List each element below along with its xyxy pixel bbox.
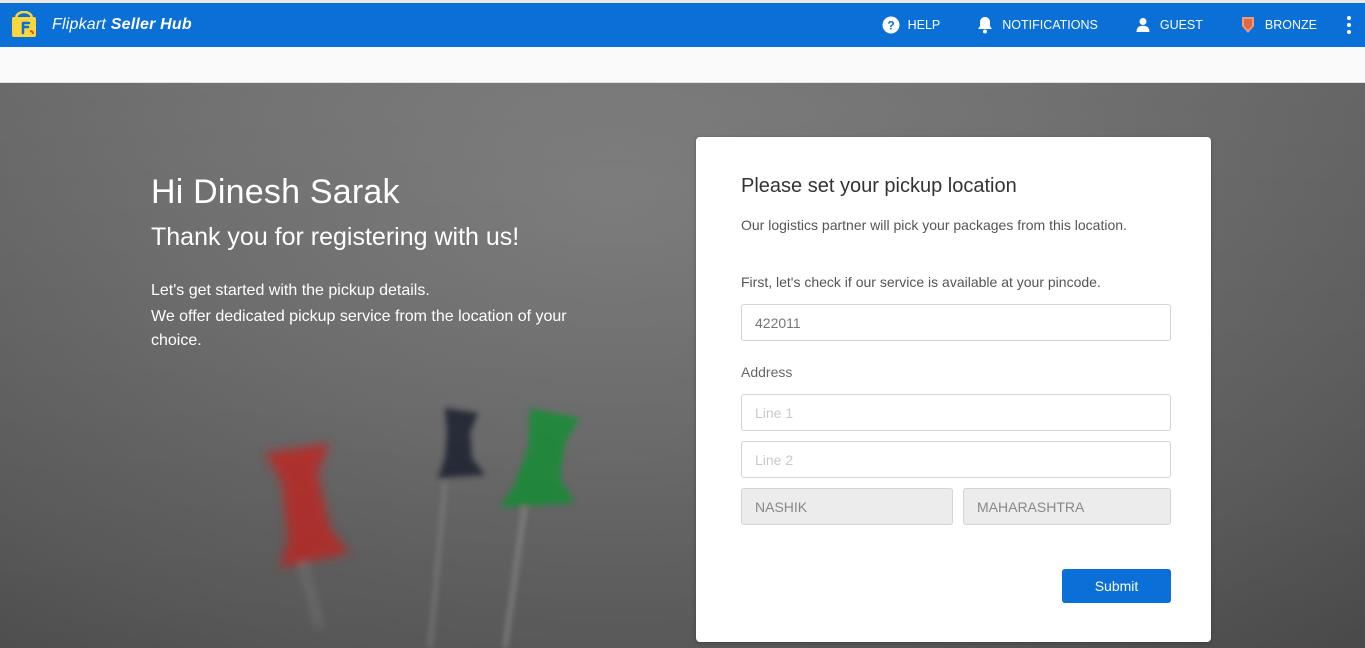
card-description: Our logistics partner will pick your pac…	[741, 217, 1127, 233]
nav-help[interactable]: ? HELP	[864, 3, 959, 47]
user-icon	[1134, 16, 1152, 34]
brand-suffix: Seller Hub	[110, 16, 192, 33]
nav-guest[interactable]: GUEST	[1116, 3, 1221, 47]
hero-section: Hi Dinesh Sarak Thank you for registerin…	[0, 83, 1365, 648]
address-line1-input[interactable]	[741, 394, 1171, 431]
sub-header-bar	[0, 47, 1365, 83]
nav-bronze[interactable]: BRONZE	[1221, 3, 1335, 47]
address-label: Address	[741, 364, 793, 380]
brand[interactable]: Flipkart Seller Hub	[10, 10, 192, 39]
pickup-location-card: Please set your pickup location Our logi…	[696, 137, 1211, 642]
more-options-icon[interactable]	[1335, 3, 1363, 47]
svg-text:?: ?	[887, 19, 894, 33]
nav-notifications-label: NOTIFICATIONS	[1002, 18, 1098, 32]
brand-prefix: Flipkart	[52, 16, 107, 33]
address-line2-input[interactable]	[741, 441, 1171, 478]
pincode-check-text: First, let's check if our service is ava…	[741, 274, 1101, 290]
greeting-thanks: Thank you for registering with us!	[151, 223, 520, 251]
pincode-input[interactable]	[741, 304, 1171, 341]
submit-button[interactable]: Submit	[1062, 569, 1171, 603]
nav-help-label: HELP	[907, 18, 941, 32]
nav-bronze-label: BRONZE	[1264, 18, 1317, 32]
card-title: Please set your pickup location	[741, 175, 1017, 197]
flipkart-logo-icon	[10, 10, 40, 39]
greeting-offer: We offer dedicated pickup service from t…	[151, 308, 567, 349]
nav-notifications[interactable]: NOTIFICATIONS	[958, 3, 1116, 47]
header-nav: ? HELP NOTIFICATIONS GUEST BRONZE	[864, 3, 1365, 47]
brand-title: Flipkart Seller Hub	[52, 16, 192, 34]
bell-icon	[976, 16, 994, 34]
state-field	[963, 488, 1171, 525]
city-field	[741, 488, 953, 525]
top-navbar: Flipkart Seller Hub ? HELP NOTIFICATIONS…	[0, 3, 1365, 47]
help-icon: ?	[882, 16, 900, 34]
greeting-intro: Let's get started with the pickup detail…	[151, 282, 430, 299]
greeting-name: Hi Dinesh Sarak	[151, 173, 400, 211]
bronze-badge-icon	[1239, 16, 1257, 34]
nav-guest-label: GUEST	[1159, 18, 1203, 32]
